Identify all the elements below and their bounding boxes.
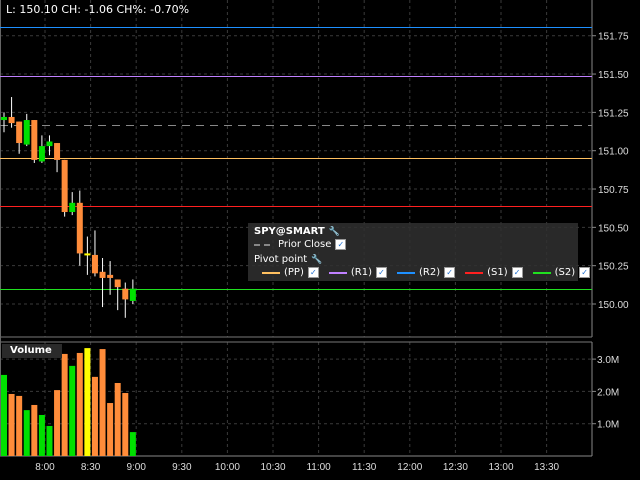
legend-label: (R1) <box>350 267 372 278</box>
legend-label: (S1) <box>487 267 508 278</box>
volume-bar <box>61 353 68 456</box>
x-tick-label: 12:30 <box>443 462 468 473</box>
wrench-icon[interactable]: 🔧 <box>311 255 322 265</box>
change-percent-label: CH%: <box>116 3 147 16</box>
y-tick-label: 150.50 <box>598 223 629 234</box>
legend-swatch-r1 <box>328 271 347 274</box>
candle-body <box>23 120 30 145</box>
volume-bar <box>114 383 121 456</box>
x-tick-label: 13:30 <box>534 462 559 473</box>
volume-bar <box>46 425 53 456</box>
last-price: 150.10 <box>19 3 58 16</box>
candle-body <box>61 159 68 213</box>
prior-close-swatch <box>254 243 270 246</box>
change-label: CH: <box>61 3 82 16</box>
legend-pivot: Pivot point <box>254 254 308 265</box>
legend-label: (R2) <box>419 267 441 278</box>
x-tick-label: 11:30 <box>352 462 377 473</box>
candle-body <box>31 120 38 160</box>
y-tick-label: 150.75 <box>598 185 629 196</box>
volume-label: Volume <box>2 344 62 358</box>
prior-close-checkbox[interactable]: ✓ <box>335 239 347 250</box>
candle-body <box>8 116 15 124</box>
volume-bar <box>122 393 129 456</box>
candle-body <box>114 279 121 288</box>
wrench-icon[interactable]: 🔧 <box>329 227 340 237</box>
price-summary: L: 150.10 CH: -1.06 CH%: -0.70% <box>6 3 189 16</box>
change-value: -1.06 <box>84 3 113 16</box>
legend-label: (PP) <box>284 267 304 278</box>
y-tick-label: 151.00 <box>598 147 629 158</box>
x-tick-label: 13:00 <box>488 462 513 473</box>
volume-tick-label: 3.0M <box>597 355 619 366</box>
legend-checkbox[interactable]: ✓ <box>579 267 591 278</box>
legend-checkbox[interactable]: ✓ <box>444 267 456 278</box>
volume-bar <box>107 403 114 456</box>
x-tick-label: 8:00 <box>35 462 55 473</box>
x-tick-label: 10:30 <box>260 462 285 473</box>
legend-swatch-s2 <box>532 271 551 274</box>
chart-legend: SPY@SMART 🔧 Prior Close ✓ Pivot point 🔧 … <box>248 223 591 281</box>
legend-swatch-s1 <box>465 271 484 274</box>
volume-bar <box>91 376 98 456</box>
x-tick-label: 11:00 <box>306 462 331 473</box>
volume-bar <box>54 390 61 456</box>
volume-bar <box>23 410 30 456</box>
x-tick-label: 12:00 <box>397 462 422 473</box>
candle-body <box>122 288 129 300</box>
y-tick-label: 151.25 <box>598 108 629 119</box>
y-tick-label: 151.50 <box>598 70 629 81</box>
x-tick-label: 10:00 <box>215 462 240 473</box>
legend-label: (S2) <box>554 267 576 278</box>
legend-checkbox[interactable]: ✓ <box>376 267 387 278</box>
candle-body <box>91 254 98 274</box>
x-tick-label: 9:30 <box>172 462 192 473</box>
legend-swatch-pp <box>262 271 280 274</box>
pivot-legend-row: (PP) ✓ (R1) ✓ (R2) ✓ (S1) ✓ (S2) ✓ <box>256 267 591 278</box>
y-tick-label: 150.25 <box>598 262 629 273</box>
legend-symbol: SPY@SMART <box>254 226 325 237</box>
volume-bar <box>31 404 38 456</box>
x-tick-label: 8:30 <box>81 462 101 473</box>
legend-checkbox[interactable]: ✓ <box>307 267 319 278</box>
candle-body <box>38 146 45 162</box>
volume-tick-label: 2.0M <box>597 387 619 398</box>
legend-checkbox[interactable]: ✓ <box>511 267 523 278</box>
candle-body <box>54 143 61 160</box>
last-label: L: <box>6 3 16 16</box>
x-tick-label: 9:00 <box>126 462 146 473</box>
candle-body <box>46 141 53 147</box>
volume-bar <box>8 393 15 456</box>
volume-bar <box>1 374 7 456</box>
candle-body <box>99 271 106 278</box>
volume-bar <box>69 365 76 456</box>
candle-body <box>69 202 76 213</box>
change-percent-value: -0.70% <box>150 3 190 16</box>
y-tick-label: 151.75 <box>598 32 629 43</box>
volume-bar <box>76 352 83 456</box>
volume-bar <box>129 432 136 456</box>
legend-swatch-r2 <box>397 271 415 274</box>
legend-prior-close: Prior Close <box>278 239 332 250</box>
volume-bar <box>99 349 106 456</box>
volume-tick-label: 1.0M <box>597 420 619 431</box>
candle-body <box>107 274 114 278</box>
volume-bar <box>16 395 23 456</box>
candle-body <box>84 253 91 256</box>
y-tick-label: 150.00 <box>598 300 629 311</box>
candle-body <box>16 121 23 144</box>
candle-body <box>1 116 7 121</box>
candle-body <box>76 202 83 254</box>
candle-body <box>129 288 136 301</box>
volume-bar <box>84 348 91 456</box>
volume-bar <box>38 414 45 456</box>
